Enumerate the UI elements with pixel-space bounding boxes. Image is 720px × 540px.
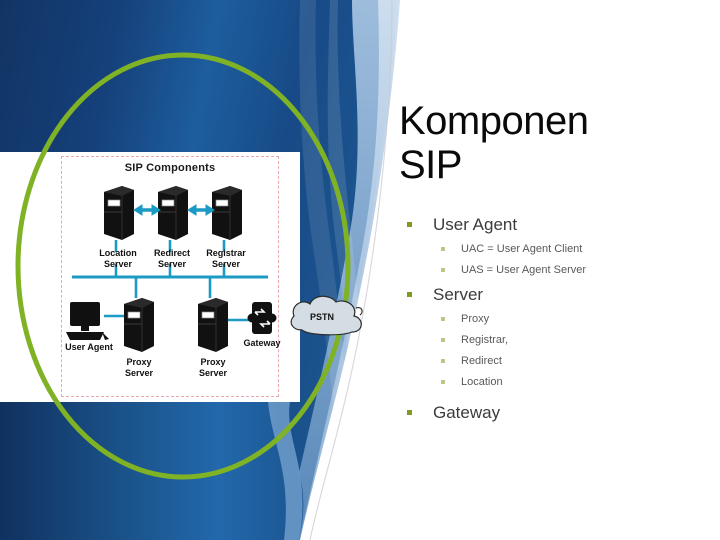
- outline-subitem-proxy[interactable]: Proxy: [399, 311, 715, 327]
- bullet-diamond-icon: [407, 410, 412, 415]
- diagram-arrow-top-2: [187, 204, 215, 216]
- outline-item-user-agent[interactable]: User Agent: [399, 214, 715, 236]
- outline-item-label: User Agent: [433, 215, 518, 234]
- outline-item-label: Gateway: [433, 403, 501, 422]
- diagram-arrow-top-1: [133, 204, 161, 216]
- sub-bullet-square-icon: [441, 380, 445, 384]
- outline-group-user-agent: User Agent UAC = User Agent Client UAS =…: [399, 214, 715, 278]
- background-thin-arc: [309, 0, 393, 540]
- label-proxy-server-1: Proxy Server: [124, 357, 154, 378]
- page-title-line-2: SIP: [399, 143, 462, 187]
- outline-subitem-label: Proxy: [461, 313, 490, 325]
- outline-group-gateway: Gateway: [399, 402, 715, 424]
- page-title-line-1: Komponen: [399, 99, 589, 143]
- label-proxy-server-2: Proxy Server: [198, 357, 228, 378]
- outline-subitem-label: Registrar,: [461, 334, 509, 346]
- background-blue-lower: [0, 402, 304, 540]
- sub-bullet-square-icon: [441, 338, 445, 342]
- outline-subitem-label: Redirect: [461, 355, 502, 367]
- label-registrar-server: Registrar Server: [206, 248, 246, 269]
- outline-subitem-redirect[interactable]: Redirect: [399, 353, 715, 369]
- sub-bullet-square-icon: [441, 268, 445, 272]
- sip-components-diagram: SIP Components Location Server Redirect …: [58, 152, 282, 400]
- outline-subitem-uac[interactable]: UAC = User Agent Client: [399, 241, 715, 257]
- registrar-server-icon: [211, 185, 243, 241]
- outline-subitem-location[interactable]: Location: [399, 374, 715, 390]
- location-server-icon: [103, 185, 135, 241]
- outline-item-gateway[interactable]: Gateway: [399, 402, 715, 424]
- bullet-diamond-icon: [407, 222, 412, 227]
- proxy-server-1-icon: [123, 297, 155, 353]
- background-swoosh: [284, 0, 400, 540]
- outline-subitem-label: UAS = User Agent Server: [461, 264, 587, 276]
- outline-item-server[interactable]: Server: [399, 284, 715, 306]
- sub-bullet-square-icon: [441, 247, 445, 251]
- page-title: Komponen SIP: [399, 99, 709, 187]
- user-agent-icon: [66, 302, 109, 340]
- content-outline: User Agent UAC = User Agent Client UAS =…: [399, 208, 715, 426]
- outline-item-label: Server: [433, 285, 484, 304]
- sub-bullet-square-icon: [441, 317, 445, 321]
- outline-subitem-uas[interactable]: UAS = User Agent Server: [399, 262, 715, 278]
- label-user-agent: User Agent: [65, 342, 113, 352]
- proxy-server-2-icon: [197, 297, 229, 353]
- gateway-icon: [247, 302, 277, 334]
- outline-subitem-label: Location: [461, 376, 503, 388]
- bullet-diamond-icon: [407, 292, 412, 297]
- outline-subitem-label: UAC = User Agent Client: [461, 243, 583, 255]
- slide-canvas: SIP Components Location Server Redirect …: [0, 0, 720, 540]
- label-pstn: PSTN: [310, 312, 335, 322]
- diagram-vertical-links-bottom: [134, 277, 212, 298]
- outline-subitem-registrar[interactable]: Registrar,: [399, 332, 715, 348]
- redirect-server-icon: [157, 185, 189, 241]
- outline-group-server: Server Proxy Registrar, Redirect Locatio…: [399, 284, 715, 390]
- sub-bullet-square-icon: [441, 359, 445, 363]
